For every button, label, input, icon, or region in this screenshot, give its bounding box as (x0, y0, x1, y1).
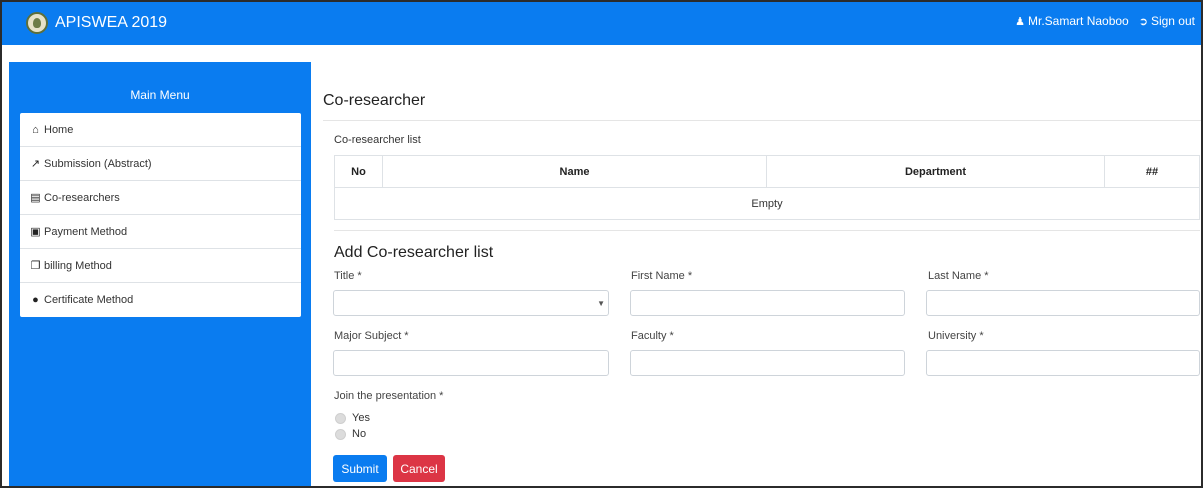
sign-out-icon: ➲ (1138, 15, 1148, 28)
sign-out-link[interactable]: ➲ Sign out (1139, 14, 1195, 28)
sidebar-item-label: Certificate Method (44, 294, 134, 306)
copy-icon: ❐ (30, 260, 41, 272)
join-presentation-label: Join the presentation * (334, 390, 444, 402)
co-researcher-table: No Name Department ## Empty (334, 155, 1200, 220)
divider (323, 120, 1203, 121)
column-header-no: No (334, 155, 383, 188)
column-header-department: Department (766, 155, 1105, 188)
radio-icon (335, 428, 346, 440)
sidebar-item-label: Payment Method (44, 225, 128, 238)
sidebar-item-home[interactable]: ⌂ Home (20, 113, 301, 147)
table-row: Empty (334, 187, 1200, 220)
user-icon: ♟ (1015, 15, 1026, 28)
faculty-label: Faculty * (631, 330, 674, 342)
cancel-button[interactable]: Cancel (393, 455, 445, 482)
sidebar-item-submission[interactable]: ↗ Submission (Abstract) (20, 147, 301, 181)
major-subject-label: Major Subject * (334, 330, 409, 342)
share-icon: ↗ (30, 158, 41, 170)
money-icon: ▣ (30, 226, 41, 238)
sidebar-item-billing[interactable]: ❐ billing Method (20, 249, 301, 283)
home-icon: ⌂ (32, 123, 39, 136)
university-input[interactable] (926, 350, 1200, 376)
join-no-radio[interactable]: No (335, 428, 366, 440)
radio-label-yes: Yes (352, 412, 370, 424)
user-name: Mr.Samart Naoboo (1028, 14, 1129, 28)
empty-cell: Empty (334, 187, 1200, 220)
user-nav: ♟ Mr.Samart Naoboo ➲ Sign out (1015, 14, 1195, 28)
sidebar-item-payment[interactable]: ▣ Payment Method (20, 215, 301, 249)
column-header-name: Name (382, 155, 767, 188)
first-name-input[interactable] (630, 290, 905, 316)
university-label: University * (928, 330, 984, 342)
last-name-label: Last Name * (928, 270, 989, 282)
sidebar-item-label: billing Method (44, 259, 112, 272)
id-card-icon: ▤ (30, 192, 41, 204)
main-menu-title: Main Menu (130, 88, 190, 102)
radio-icon (335, 412, 346, 424)
brand[interactable]: APISWEA 2019 (26, 11, 167, 35)
column-header-actions: ## (1104, 155, 1200, 188)
first-name-label: First Name * (631, 270, 693, 282)
major-subject-input[interactable] (333, 350, 609, 376)
sidebar-item-label: Submission (Abstract) (44, 157, 152, 170)
radio-label-no: No (352, 428, 367, 440)
divider (334, 230, 1200, 231)
circle-icon: ● (32, 294, 39, 306)
table-header-row: No Name Department ## (334, 155, 1200, 188)
sidebar-item-label: Home (44, 123, 74, 136)
sidebar-item-certificate[interactable]: ● Certificate Method (20, 283, 301, 317)
sidebar: Main Menu ⌂ Home ↗ Submission (Abstract)… (9, 62, 311, 488)
co-researcher-list-label: Co-researcher list (334, 134, 421, 146)
logo-icon (26, 12, 48, 34)
sidebar-item-label: Co-researchers (44, 191, 120, 204)
last-name-input[interactable] (926, 290, 1200, 316)
faculty-input[interactable] (630, 350, 905, 376)
submit-button[interactable]: Submit (333, 455, 387, 482)
title-select[interactable]: ▼ (333, 290, 609, 316)
add-co-researcher-title: Add Co-researcher list (334, 244, 494, 261)
top-navbar: APISWEA 2019 ♟ Mr.Samart Naoboo ➲ Sign o… (0, 0, 1203, 45)
caret-down-icon: ▼ (597, 299, 605, 308)
title-label: Title * (334, 270, 362, 282)
sidebar-item-co-researchers[interactable]: ▤ Co-researchers (20, 181, 301, 215)
page-title: Co-researcher (323, 92, 426, 109)
sign-out-label: Sign out (1150, 14, 1195, 28)
main-menu: ⌂ Home ↗ Submission (Abstract) ▤ Co-rese… (20, 113, 301, 317)
join-yes-radio[interactable]: Yes (335, 412, 370, 424)
user-link[interactable]: ♟ Mr.Samart Naoboo (1015, 14, 1129, 28)
app-title: APISWEA 2019 (55, 14, 168, 31)
